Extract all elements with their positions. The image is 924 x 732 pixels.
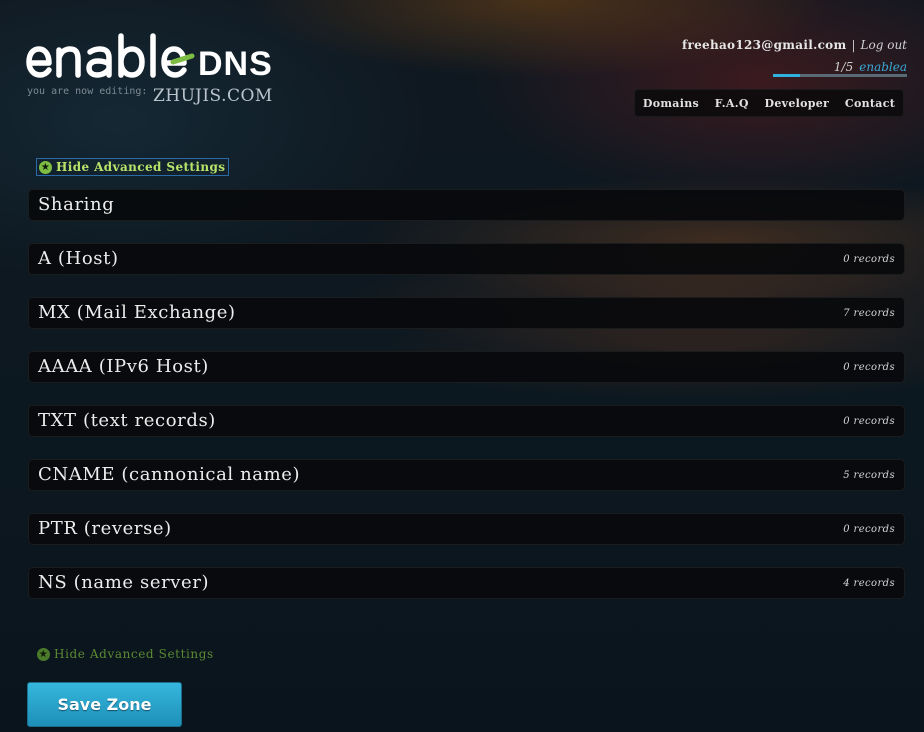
main-nav: Domains F.A.Q Developer Contact	[634, 89, 904, 117]
hide-advanced-settings-top[interactable]: ★ Hide Advanced Settings	[36, 158, 230, 176]
hide-advanced-settings-bottom[interactable]: ★ Hide Advanced Settings	[37, 647, 214, 661]
record-row-mx[interactable]: MX (Mail Exchange) 7 records	[28, 297, 905, 329]
quota-progress-bar	[773, 74, 907, 77]
record-count: 0 records	[843, 254, 895, 265]
record-label: A (Host)	[38, 248, 119, 269]
record-label: AAAA (IPv6 Host)	[38, 356, 209, 377]
quota-text: 1/5	[833, 60, 854, 74]
editing-label: you are now editing:	[27, 86, 148, 97]
hide-advanced-label: Hide Advanced Settings	[54, 647, 214, 661]
record-row-ptr[interactable]: PTR (reverse) 0 records	[28, 513, 905, 545]
record-count: 0 records	[843, 416, 895, 427]
record-row-sharing[interactable]: Sharing	[28, 189, 905, 221]
record-count: 0 records	[843, 362, 895, 373]
record-count: 5 records	[843, 470, 895, 481]
quota-progress-fill	[773, 74, 800, 77]
record-row-txt[interactable]: TXT (text records) 0 records	[28, 405, 905, 437]
record-row-aaaa[interactable]: AAAA (IPv6 Host) 0 records	[28, 351, 905, 383]
record-label: NS (name server)	[38, 572, 210, 593]
star-icon: ★	[37, 647, 50, 661]
nav-domains[interactable]: Domains	[643, 97, 699, 110]
username-link[interactable]: enablea	[859, 60, 907, 74]
save-zone-button[interactable]: Save Zone	[27, 682, 182, 727]
svg-text:DNS: DNS	[198, 45, 273, 83]
record-row-ns[interactable]: NS (name server) 4 records	[28, 567, 905, 599]
star-icon: ★	[39, 160, 52, 174]
account-separator: |	[851, 38, 856, 52]
record-label: Sharing	[38, 194, 115, 215]
account-email: freehao123@gmail.com	[682, 38, 847, 52]
current-domain: ZHUJIS.COM	[153, 86, 273, 106]
nav-contact[interactable]: Contact	[845, 97, 895, 110]
logout-link[interactable]: Log out	[861, 38, 907, 52]
account-bar: freehao123@gmail.com | Log out	[682, 38, 907, 52]
record-label: CNAME (cannonical name)	[38, 464, 301, 485]
hide-advanced-label: Hide Advanced Settings	[56, 160, 226, 174]
record-label: TXT (text records)	[38, 410, 216, 431]
record-count: 0 records	[843, 524, 895, 535]
nav-developer[interactable]: Developer	[765, 97, 830, 110]
record-count: 4 records	[843, 578, 895, 589]
record-label: MX (Mail Exchange)	[38, 302, 236, 323]
record-label: PTR (reverse)	[38, 518, 172, 539]
record-row-cname[interactable]: CNAME (cannonical name) 5 records	[28, 459, 905, 491]
record-row-a[interactable]: A (Host) 0 records	[28, 243, 905, 275]
enabledns-logo: DNS	[26, 33, 273, 83]
domain-quota: 1/5 enablea	[834, 60, 907, 74]
nav-faq[interactable]: F.A.Q	[715, 97, 749, 110]
record-count: 7 records	[843, 308, 895, 319]
